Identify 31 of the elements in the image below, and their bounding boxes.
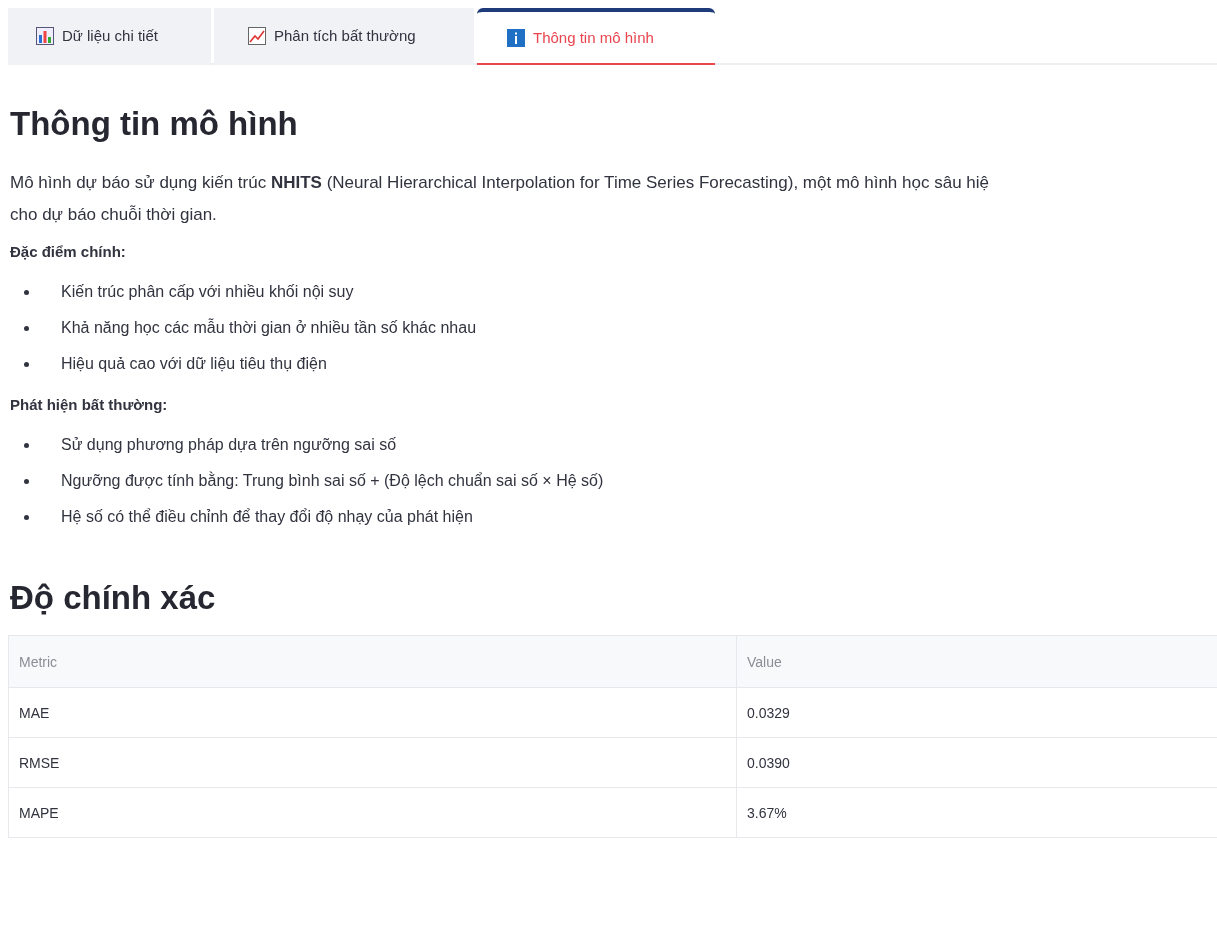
list-item: Hệ số có thể điều chỉnh để thay đổi độ nhạy của phát hiện (61, 508, 473, 526)
tab[interactable]: Phân tích bất thường (214, 8, 474, 65)
info-icon (507, 28, 525, 47)
bullet-icon (24, 442, 29, 448)
list-item: Sử dụng phương pháp dựa trên ngưỡng sai số (61, 436, 397, 454)
list-item: Ngưỡng được tính bằng: Trung bình sai số + (Độ lệch chuẩn sai số × Hệ số) (61, 472, 604, 490)
column-header[interactable]: Value (737, 636, 1217, 687)
line-chart-icon (248, 26, 266, 45)
bullet-icon (24, 514, 29, 520)
table-cell-text: 0.0390 (746, 753, 791, 773)
bullet-icon (24, 325, 29, 331)
section-heading: Phát hiện bất thường: (10, 396, 169, 413)
section-title: Độ chính xác (10, 579, 217, 617)
page-heading: Thông tin mô hình (10, 105, 299, 143)
column-header[interactable]: Metric (9, 636, 737, 687)
table-cell: MAPE (9, 788, 737, 837)
list-item: Khả năng học các mẫu thời gian ở nhiều tần số khác nhau (61, 319, 477, 337)
table-cell: RMSE (9, 738, 737, 787)
table-cell: MAE (9, 688, 737, 737)
bar-chart-icon (36, 26, 54, 45)
section-heading: Đặc điểm chính: (10, 243, 127, 260)
list-item: Hiệu quả cao với dữ liệu tiêu thụ điện (61, 355, 327, 373)
table-cell-text: 3.67% (746, 803, 788, 823)
tab[interactable]: Dữ liệu chi tiết (8, 8, 211, 65)
bullet-icon (24, 289, 29, 295)
bullet-icon (24, 361, 29, 367)
tab[interactable]: Thông tin mô hình (477, 8, 715, 65)
bullet-icon (24, 478, 29, 484)
list-item: Kiến trúc phân cấp với nhiều khối nội suy (61, 283, 354, 301)
intro-paragraph: Mô hình dự báo sử dụng kiến trúc NHITS (Neural Hierarchical Interpolation for Time Series Forecasting), một mô hình học sâu hiệ cho dự báo chuỗi thời gian. (10, 172, 990, 226)
table-cell-text: 0.0329 (746, 703, 791, 723)
